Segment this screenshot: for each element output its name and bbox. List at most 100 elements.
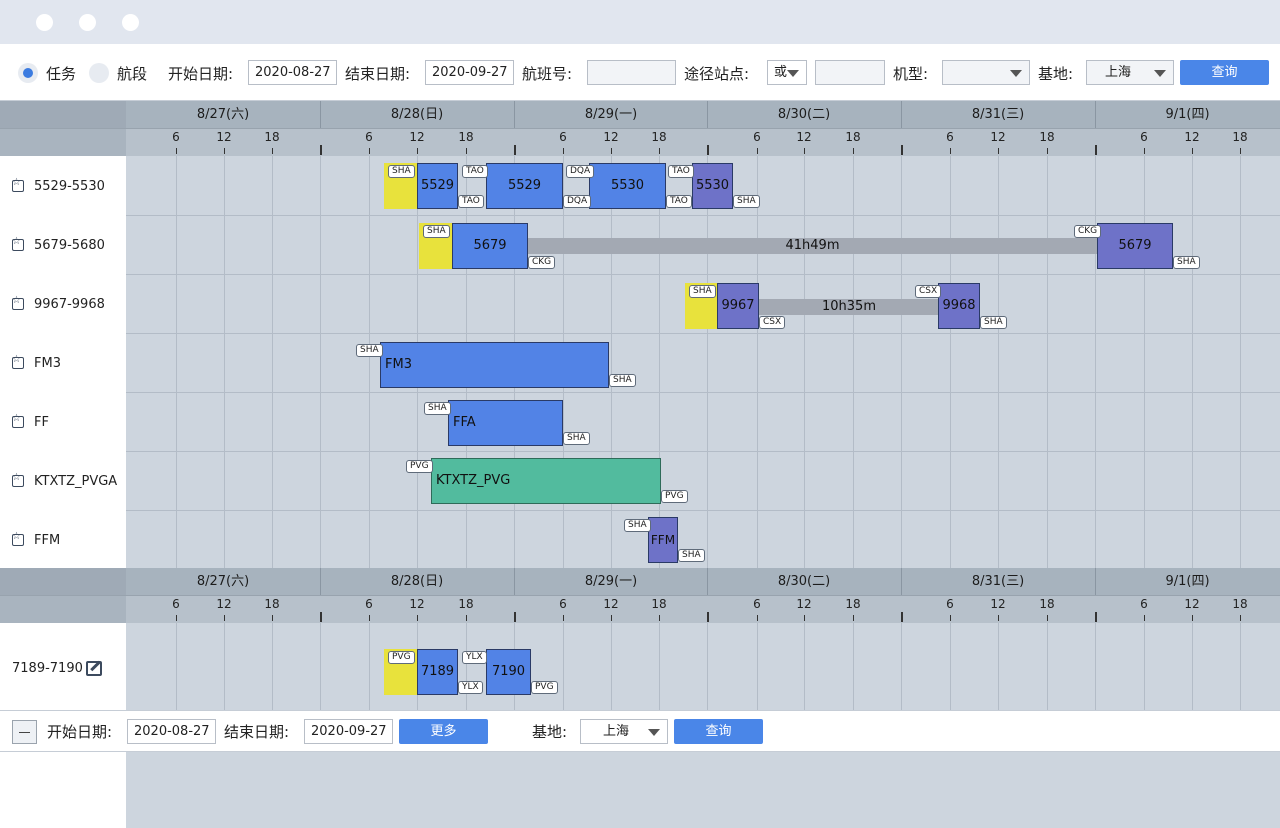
grid-vline <box>224 156 225 568</box>
aircraft-type-select[interactable] <box>942 60 1030 85</box>
hour-label: 6 <box>946 130 954 144</box>
flight-bar[interactable]: FM3 <box>380 342 609 388</box>
collapse-button[interactable] <box>12 720 37 744</box>
row-label[interactable]: 5529-5530 <box>0 156 126 215</box>
flight-bar[interactable]: 5529 <box>417 163 458 209</box>
station-tag: TAO <box>458 195 484 208</box>
start-date-input[interactable]: 2020-08-27 <box>127 719 216 744</box>
window-titlebar <box>0 0 1280 44</box>
star-icon[interactable] <box>12 354 24 369</box>
flight-number-input[interactable] <box>587 60 676 85</box>
radio-leg[interactable] <box>89 63 109 83</box>
hour-label: 6 <box>365 130 373 144</box>
grid-vline <box>707 623 708 710</box>
ground-duration-bar: 41h49m <box>528 238 1097 254</box>
flight-bar[interactable]: 5529 <box>486 163 563 209</box>
window-close-dot[interactable] <box>36 14 53 31</box>
day-header: 8/28(日) <box>390 107 444 122</box>
header-corner-lower <box>0 128 126 156</box>
query-button[interactable]: 查询 <box>674 719 763 744</box>
hour-label: 18 <box>1232 597 1248 611</box>
gantt-grid <box>126 156 1280 568</box>
flight-bar[interactable]: 5530 <box>589 163 666 209</box>
grid-vline <box>853 623 854 710</box>
chevron-down-icon <box>648 729 660 736</box>
grid-vline <box>1144 623 1145 710</box>
query-button[interactable]: 查询 <box>1180 60 1269 85</box>
start-date-label: 开始日期: <box>47 723 113 741</box>
row-label-text: 5529-5530 <box>34 179 105 194</box>
row-label-text: KTXTZ_PVGA <box>34 474 118 489</box>
more-button[interactable]: 更多 <box>399 719 488 744</box>
star-icon[interactable] <box>12 236 24 251</box>
flight-bar[interactable]: 7189 <box>417 649 458 695</box>
hour-tick <box>1047 615 1048 621</box>
row-label[interactable]: 9967-9968 <box>0 274 126 333</box>
hour-label: 12 <box>796 597 812 611</box>
via-operator-select[interactable]: 或 <box>767 60 807 85</box>
row-label-text: FFM <box>34 533 61 548</box>
base-value: 上海 <box>1105 65 1132 80</box>
grid-vline <box>901 156 902 568</box>
end-date-input[interactable]: 2020-09-27 <box>425 60 514 85</box>
secondary-filter-bar: 开始日期: 2020-08-27 结束日期: 2020-09-27 更多 基地:… <box>0 710 1280 752</box>
row-label[interactable]: 5679-5680 <box>0 215 126 274</box>
station-tag: CSX <box>759 316 786 329</box>
station-tag: PVG <box>531 681 558 694</box>
row-label[interactable]: FM3 <box>0 333 126 392</box>
flight-bar[interactable]: 9968 <box>938 283 980 329</box>
base-select[interactable]: 上海 <box>580 719 668 744</box>
star-icon[interactable] <box>12 413 24 428</box>
chevron-down-icon <box>1154 70 1166 77</box>
star-icon[interactable] <box>12 295 24 310</box>
row-label-text: 9967-9968 <box>34 297 105 312</box>
day-header: 8/27(六) <box>196 107 250 122</box>
row-label-column: 5529-5530 5679-5680 9967-9968 FM3 FF KTX… <box>0 156 126 568</box>
station-tag: SHA <box>624 519 651 532</box>
hour-label: 12 <box>990 597 1006 611</box>
station-tag: TAO <box>666 195 692 208</box>
edit-icon[interactable] <box>86 661 102 676</box>
row-label[interactable]: FFM <box>0 510 126 568</box>
start-date-label: 开始日期: <box>168 65 234 83</box>
hour-label: 18 <box>651 130 667 144</box>
flight-bar[interactable]: 5679 <box>452 223 528 269</box>
radio-task[interactable] <box>18 63 38 83</box>
flight-bar[interactable]: 9967 <box>717 283 759 329</box>
base-select[interactable]: 上海 <box>1086 60 1174 85</box>
base-value: 上海 <box>603 724 630 739</box>
star-icon[interactable] <box>12 177 24 192</box>
grid-vline <box>659 156 660 568</box>
station-tag: SHA <box>388 165 415 178</box>
grid-hline <box>126 392 1280 393</box>
flight-bar[interactable]: 5679 <box>1097 223 1173 269</box>
flight-number-label: 航班号: <box>522 65 573 83</box>
grid-vline <box>611 156 612 568</box>
star-icon[interactable] <box>12 531 24 546</box>
hour-tick <box>950 148 951 154</box>
hour-label: 12 <box>1184 597 1200 611</box>
window-maximize-dot[interactable] <box>122 14 139 31</box>
end-date-input[interactable]: 2020-09-27 <box>304 719 393 744</box>
window-minimize-dot[interactable] <box>79 14 96 31</box>
hour-tick <box>563 615 564 621</box>
aircraft-type-label: 机型: <box>893 65 929 83</box>
hour-label: 18 <box>651 597 667 611</box>
grid-vline <box>272 156 273 568</box>
empty-label-column <box>0 752 126 828</box>
row-label[interactable]: FF <box>0 392 126 451</box>
flight-bar[interactable]: FFA <box>448 400 563 446</box>
hour-label: 12 <box>796 130 812 144</box>
flight-bar[interactable]: FFM <box>648 517 678 563</box>
day-tick <box>901 145 903 155</box>
via-station-input[interactable] <box>815 60 885 85</box>
row-label[interactable]: 7189-7190 <box>0 623 126 710</box>
flight-bar[interactable]: 5530 <box>692 163 733 209</box>
start-date-input[interactable]: 2020-08-27 <box>248 60 337 85</box>
star-icon[interactable] <box>12 472 24 487</box>
flight-bar[interactable]: 7190 <box>486 649 531 695</box>
row-label[interactable]: KTXTZ_PVGA <box>0 451 126 510</box>
hour-tick <box>950 615 951 621</box>
grid-vline <box>804 156 805 568</box>
flight-bar[interactable]: KTXTZ_PVG <box>431 458 661 504</box>
